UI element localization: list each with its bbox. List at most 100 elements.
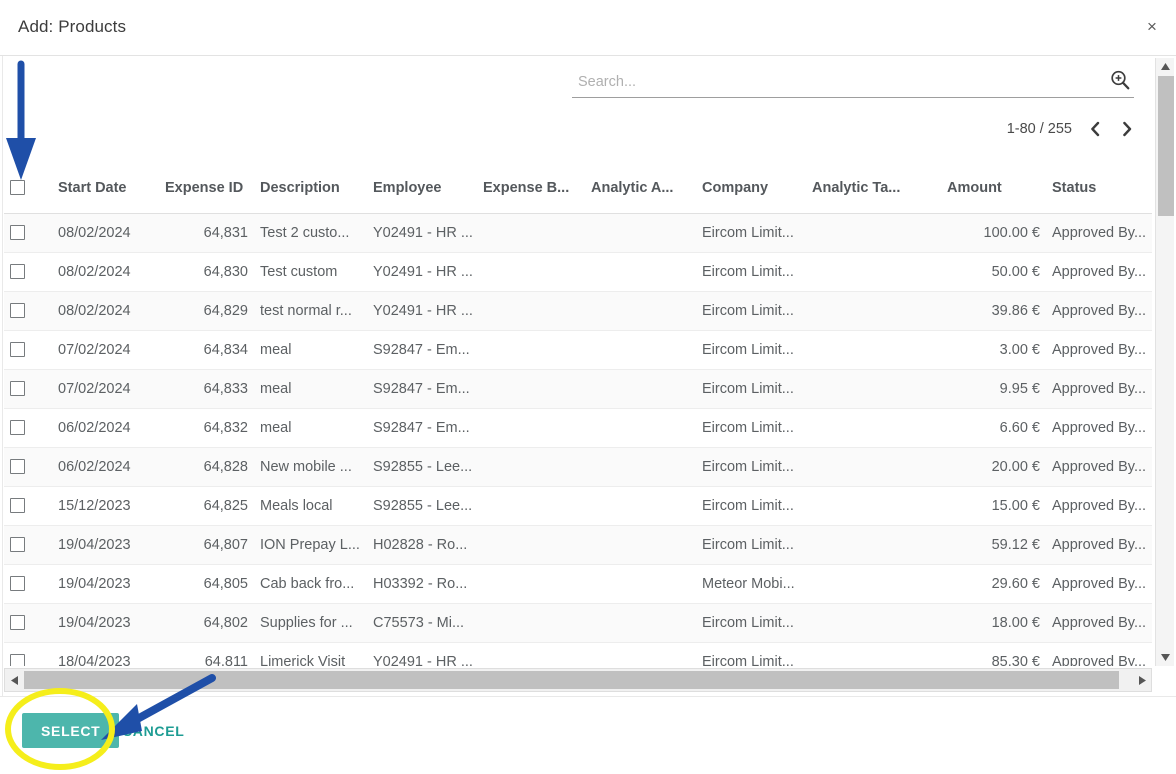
- cell-start_date: 19/04/2023: [52, 525, 159, 565]
- triangle-down-icon[interactable]: [1156, 649, 1175, 666]
- cell-start_date: 19/04/2023: [52, 603, 159, 643]
- table-row[interactable]: 15/12/2023 64,825 Meals local S92855 - Lee.…: [4, 486, 1152, 526]
- cell-analytic_ta: [806, 291, 941, 331]
- row-checkbox[interactable]: [10, 264, 25, 280]
- cell-status: Approved By...: [1046, 603, 1152, 643]
- select-button[interactable]: SELECT: [22, 713, 120, 748]
- row-select-cell: [4, 252, 52, 292]
- row-checkbox[interactable]: [10, 615, 25, 631]
- table-row[interactable]: 08/02/2024 64,831 Test 2 custo... Y02491 - …: [4, 213, 1152, 253]
- table-row[interactable]: 19/04/2023 64,805 Cab back fro... H03392 - …: [4, 564, 1152, 604]
- close-icon[interactable]: ×: [1138, 13, 1166, 41]
- row-checkbox[interactable]: [10, 303, 25, 319]
- table-row[interactable]: 08/02/2024 64,830 Test custom Y02491 - HR .…: [4, 252, 1152, 292]
- cell-expense_b: [477, 369, 585, 409]
- cancel-button[interactable]: CANCEL: [118, 713, 189, 748]
- table-row[interactable]: 06/02/2024 64,832 meal S92847 - Em... Eircom…: [4, 408, 1152, 448]
- cell-expense_id: 64,825: [159, 486, 254, 526]
- row-checkbox[interactable]: [10, 654, 25, 666]
- cell-description: meal: [254, 369, 367, 409]
- cell-analytic_ta: [806, 486, 941, 526]
- cell-employee: S92855 - Lee...: [367, 447, 477, 487]
- cell-status: Approved By...: [1046, 447, 1152, 487]
- cell-employee: Y02491 - HR ...: [367, 642, 477, 666]
- table-body: 08/02/2024 64,831 Test 2 custo... Y02491 - …: [4, 213, 1152, 666]
- cell-analytic_ta: [806, 252, 941, 292]
- cell-amount: 6.60 €: [941, 408, 1046, 448]
- cell-company: Eircom Limit...: [696, 642, 806, 666]
- triangle-up-icon[interactable]: [1156, 58, 1175, 75]
- cell-expense_b: [477, 213, 585, 253]
- chevron-right-icon[interactable]: [1118, 119, 1136, 139]
- cell-amount: 3.00 €: [941, 330, 1046, 370]
- table-row[interactable]: 19/04/2023 64,802 Supplies for ... C75573 -…: [4, 603, 1152, 643]
- products-table: Start Date Expense ID Description Employee E…: [4, 163, 1152, 666]
- cell-description: Meals local: [254, 486, 367, 526]
- table-row[interactable]: 08/02/2024 64,829 test normal r... Y02491 -…: [4, 291, 1152, 331]
- pagination-range: 1-80 / 255: [1006, 121, 1072, 137]
- row-checkbox[interactable]: [10, 498, 25, 514]
- table-row[interactable]: 19/04/2023 64,807 ION Prepay L... H02828 - …: [4, 525, 1152, 565]
- row-checkbox[interactable]: [10, 537, 25, 553]
- search-zoom-in-icon[interactable]: [1108, 68, 1132, 92]
- cell-analytic_ta: [806, 213, 941, 253]
- cell-expense_id: 64,830: [159, 252, 254, 292]
- cell-amount: 9.95 €: [941, 369, 1046, 409]
- cell-expense_b: [477, 291, 585, 331]
- cell-amount: 85.30 €: [941, 642, 1046, 666]
- cell-employee: S92847 - Em...: [367, 369, 477, 409]
- row-checkbox[interactable]: [10, 576, 25, 592]
- select-all-checkbox[interactable]: [10, 180, 25, 196]
- triangle-left-icon[interactable]: [5, 669, 23, 691]
- vertical-scrollbar[interactable]: [1155, 58, 1174, 666]
- cell-company: Eircom Limit...: [696, 369, 806, 409]
- table-row[interactable]: 06/02/2024 64,828 New mobile ... S92855 - L…: [4, 447, 1152, 487]
- row-checkbox[interactable]: [10, 381, 25, 397]
- horizontal-scrollbar[interactable]: [4, 668, 1152, 692]
- vertical-scrollbar-thumb[interactable]: [1158, 76, 1174, 216]
- cell-description: meal: [254, 330, 367, 370]
- table-row[interactable]: 18/04/2023 64,811 Limerick Visit Y02491 - H…: [4, 642, 1152, 666]
- cell-analytic_a: [585, 330, 696, 370]
- cell-amount: 59.12 €: [941, 525, 1046, 565]
- cell-expense_b: [477, 330, 585, 370]
- row-checkbox[interactable]: [10, 225, 25, 241]
- cell-analytic_ta: [806, 330, 941, 370]
- cell-expense_id: 64,807: [159, 525, 254, 565]
- row-select-cell: [4, 564, 52, 604]
- table-row[interactable]: 07/02/2024 64,833 meal S92847 - Em... Eircom…: [4, 369, 1152, 409]
- cell-status: Approved By...: [1046, 291, 1152, 331]
- row-checkbox[interactable]: [10, 420, 25, 436]
- cell-analytic_ta: [806, 369, 941, 409]
- chevron-left-icon[interactable]: [1086, 119, 1104, 139]
- triangle-right-icon[interactable]: [1133, 669, 1151, 691]
- row-checkbox[interactable]: [10, 342, 25, 358]
- row-select-cell: [4, 291, 52, 331]
- row-select-cell: [4, 408, 52, 448]
- row-select-cell: [4, 213, 52, 253]
- cell-analytic_ta: [806, 447, 941, 487]
- cell-employee: S92855 - Lee...: [367, 486, 477, 526]
- cell-analytic_a: [585, 486, 696, 526]
- cell-start_date: 08/02/2024: [52, 213, 159, 253]
- cell-employee: Y02491 - HR ...: [367, 213, 477, 253]
- cell-employee: Y02491 - HR ...: [367, 291, 477, 331]
- cell-amount: 39.86 €: [941, 291, 1046, 331]
- cell-company: Eircom Limit...: [696, 447, 806, 487]
- cell-company: Eircom Limit...: [696, 330, 806, 370]
- cell-description: test normal r...: [254, 291, 367, 331]
- cell-expense_id: 64,802: [159, 603, 254, 643]
- cell-start_date: 08/02/2024: [52, 252, 159, 292]
- cell-description: Limerick Visit: [254, 642, 367, 666]
- cell-expense_id: 64,811: [159, 642, 254, 666]
- dialog-footer: SELECT CANCEL: [0, 696, 1176, 774]
- cell-analytic_a: [585, 447, 696, 487]
- cell-amount: 100.00 €: [941, 213, 1046, 253]
- cell-amount: 50.00 €: [941, 252, 1046, 292]
- table-row[interactable]: 07/02/2024 64,834 meal S92847 - Em... Eircom…: [4, 330, 1152, 370]
- cell-status: Approved By...: [1046, 525, 1152, 565]
- row-checkbox[interactable]: [10, 459, 25, 475]
- search-input[interactable]: [576, 68, 1086, 95]
- horizontal-scrollbar-thumb[interactable]: [24, 671, 1119, 689]
- cell-description: ION Prepay L...: [254, 525, 367, 565]
